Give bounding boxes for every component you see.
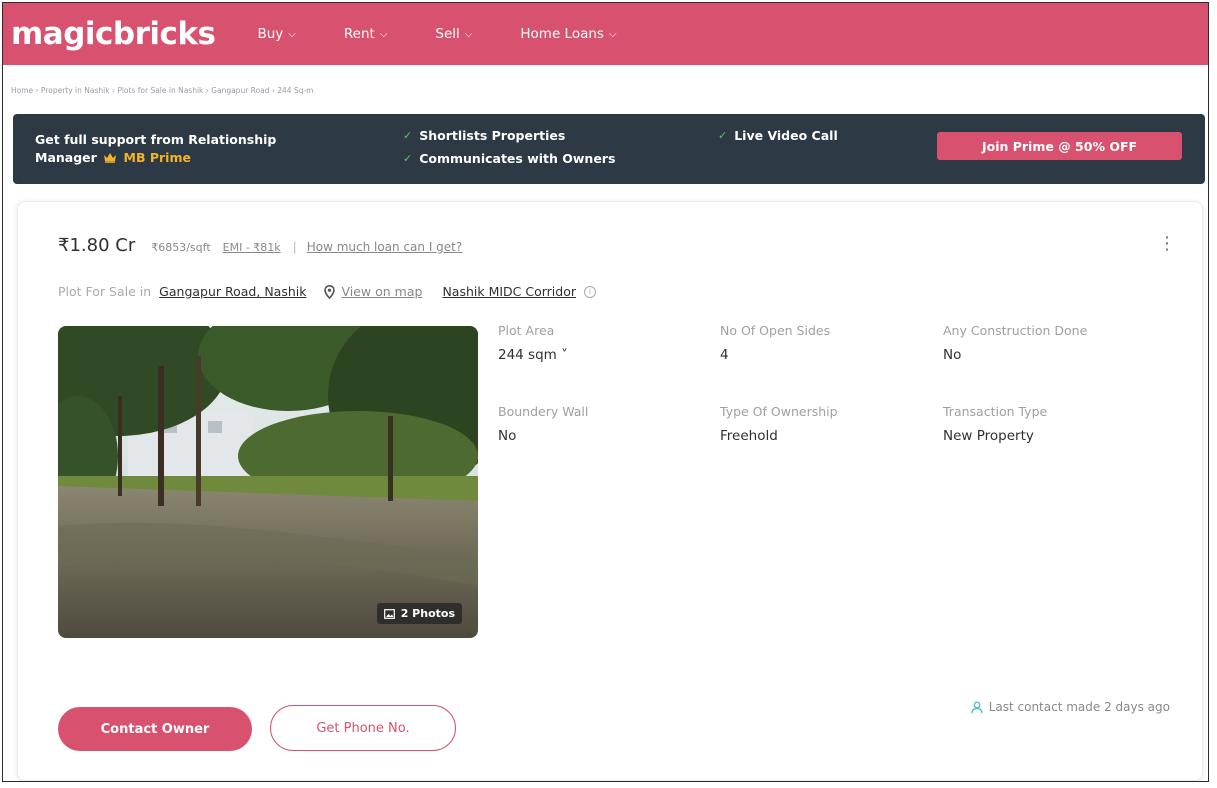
chevron-down-icon: ⌵ bbox=[379, 28, 388, 40]
chevron-down-icon: ⌵ bbox=[464, 28, 473, 40]
page-frame: magicbricks Buy ⌵ Rent ⌵ Sell ⌵ Home Loa… bbox=[2, 2, 1209, 782]
location-row: Plot For Sale in Gangapur Road, Nashik V… bbox=[58, 284, 596, 299]
spec-construction: Any Construction Done No bbox=[943, 323, 1087, 363]
prime-title-manager: Manager bbox=[35, 150, 97, 165]
breadcrumb[interactable]: Home › Property in Nashik › Plots for Sa… bbox=[11, 86, 313, 95]
chevron-down-icon: ⌵ bbox=[288, 28, 296, 40]
view-on-map-link[interactable]: View on map bbox=[341, 284, 422, 299]
spec-transaction-type: Transaction Type New Property bbox=[943, 404, 1047, 444]
spec-value: New Property bbox=[943, 428, 1034, 444]
chevron-down-icon: ⌵ bbox=[608, 28, 617, 40]
prime-title-line1: Get full support from Relationship bbox=[35, 132, 277, 147]
spec-open-sides: No Of Open Sides 4 bbox=[720, 323, 830, 363]
spec-plot-area: Plot Area 244 sqm ˅ bbox=[498, 323, 568, 363]
top-nav-bar: magicbricks Buy ⌵ Rent ⌵ Sell ⌵ Home Loa… bbox=[3, 3, 1208, 65]
benefit-label: Communicates with Owners bbox=[419, 151, 616, 166]
benefit-communicates: ✓ Communicates with Owners bbox=[403, 151, 615, 166]
photo-count-badge[interactable]: 2 Photos bbox=[376, 603, 462, 624]
nav-rent[interactable]: Rent ⌵ bbox=[344, 26, 388, 42]
check-icon: ✓ bbox=[718, 129, 728, 142]
prime-title-line2: Manager MB Prime bbox=[35, 149, 276, 168]
nav-buy-label: Buy bbox=[257, 26, 284, 42]
contact-owner-button[interactable]: Contact Owner bbox=[58, 707, 252, 751]
benefit-label: Shortlists Properties bbox=[419, 128, 566, 143]
price-per-sqft: ₹6853/sqft bbox=[151, 241, 211, 254]
location-link[interactable]: Gangapur Road, Nashik bbox=[159, 284, 306, 299]
emi-link[interactable]: EMI - ₹81k bbox=[223, 241, 281, 254]
join-prime-button[interactable]: Join Prime @ 50% OFF bbox=[937, 132, 1182, 160]
spec-value: 4 bbox=[720, 347, 729, 363]
prime-banner: Get full support from Relationship Manag… bbox=[13, 114, 1205, 184]
loan-eligibility-link[interactable]: How much loan can I get? bbox=[307, 240, 463, 254]
benefit-label: Live Video Call bbox=[734, 128, 838, 143]
nav-home-loans-label: Home Loans bbox=[520, 26, 604, 42]
plot-photo-illustration bbox=[58, 326, 478, 638]
info-icon[interactable]: i bbox=[584, 285, 596, 298]
spec-value[interactable]: 244 sqm ˅ bbox=[498, 347, 568, 363]
get-phone-button[interactable]: Get Phone No. bbox=[270, 705, 456, 751]
prime-brand: MB Prime bbox=[123, 150, 191, 165]
spec-label: Boundery Wall bbox=[498, 404, 589, 419]
separator: | bbox=[292, 240, 297, 254]
spec-value: No bbox=[498, 428, 517, 444]
nav-buy[interactable]: Buy ⌵ bbox=[257, 26, 295, 42]
crown-icon bbox=[103, 150, 117, 168]
prime-title: Get full support from Relationship Manag… bbox=[35, 131, 276, 168]
benefit-shortlists: ✓ Shortlists Properties bbox=[403, 128, 565, 143]
price: ₹1.80 Cr bbox=[58, 235, 136, 256]
spec-value: No bbox=[943, 347, 962, 363]
last-contact-info: Last contact made 2 days ago bbox=[971, 700, 1170, 714]
more-vertical-icon[interactable]: ⋮ bbox=[1158, 235, 1176, 253]
spec-boundary-wall: Boundery Wall No bbox=[498, 404, 588, 444]
corridor-link[interactable]: Nashik MIDC Corridor bbox=[442, 284, 576, 299]
spec-label: Any Construction Done bbox=[943, 323, 1088, 338]
last-contact-label: Last contact made 2 days ago bbox=[988, 700, 1170, 714]
spec-ownership: Type Of Ownership Freehold bbox=[720, 404, 838, 444]
gallery-icon bbox=[383, 608, 395, 619]
spec-value: Freehold bbox=[720, 428, 778, 444]
spec-label: No Of Open Sides bbox=[720, 323, 831, 338]
benefit-video-call: ✓ Live Video Call bbox=[718, 128, 838, 143]
check-icon: ✓ bbox=[403, 152, 413, 165]
photo-count-label: 2 Photos bbox=[400, 607, 455, 620]
nav-rent-label: Rent bbox=[343, 26, 375, 42]
spec-label: Plot Area bbox=[498, 323, 555, 338]
property-card[interactable]: ₹1.80 Cr ₹6853/sqft EMI - ₹81k | How muc… bbox=[17, 201, 1203, 781]
check-icon: ✓ bbox=[403, 129, 413, 142]
price-row: ₹1.80 Cr ₹6853/sqft EMI - ₹81k | How muc… bbox=[58, 235, 462, 256]
magicbricks-logo[interactable]: magicbricks bbox=[11, 16, 216, 52]
spec-label: Type Of Ownership bbox=[720, 404, 838, 419]
spec-label: Transaction Type bbox=[943, 404, 1048, 419]
nav-home-loans[interactable]: Home Loans ⌵ bbox=[520, 26, 616, 42]
map-pin-icon bbox=[324, 284, 336, 299]
nav-sell[interactable]: Sell ⌵ bbox=[435, 26, 472, 42]
nav-sell-label: Sell bbox=[435, 26, 460, 42]
property-photo[interactable]: 2 Photos bbox=[58, 326, 478, 638]
user-icon bbox=[971, 701, 983, 714]
location-prefix: Plot For Sale in bbox=[58, 284, 152, 299]
